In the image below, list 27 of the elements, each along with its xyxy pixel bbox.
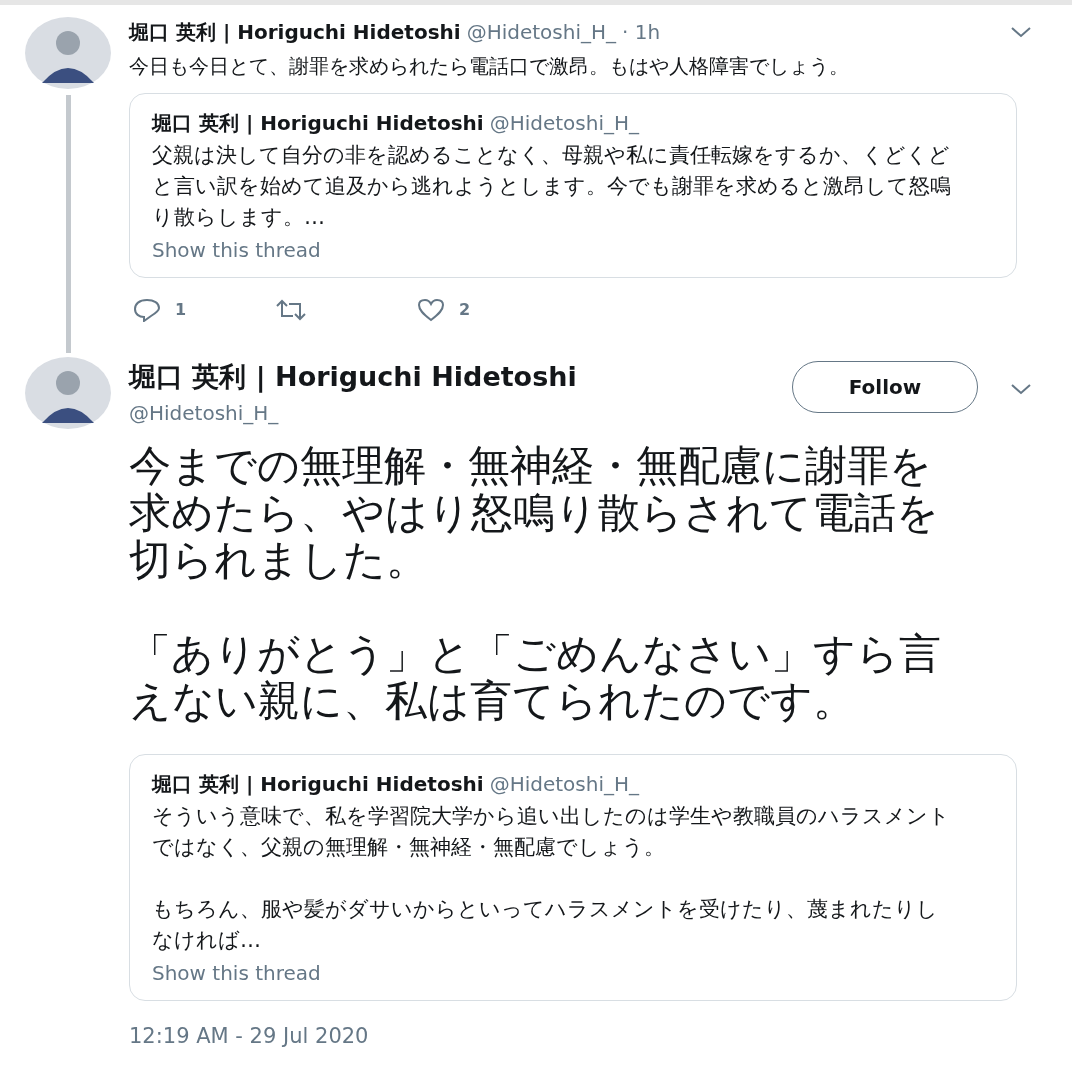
retweet-icon[interactable]: [275, 299, 307, 321]
reply-icon[interactable]: [133, 298, 161, 322]
quoted-tweet-text: そういう意味で、私を学習院大学から追い出したのは学生や教職員のハラスメントではなく、父親の無理解・無神経・無配慮でしょう。: [152, 802, 951, 861]
quoted-author-handle: @Hidetoshi_H_: [489, 110, 639, 137]
tweet-text: 今までの無理解・無神経・無配慮に謝罪を求めたら、やはり怒鳴り散らされて電話を切られました。: [129, 441, 940, 583]
quoted-tweet-text: もちろん、服や髪がダサいからといってハラスメントを受けたり、蔑まれたりしなければ…: [152, 895, 939, 954]
heart-icon[interactable]: [417, 298, 445, 322]
quoted-tweet-text: 父親は決して自分の非を認めることなく、母親や私に責任転嫁をするか、くどくどと言い訳を始めて追及から逃れようとします。今でも謝罪を求めると激昂して怒鳴り散らします。…: [152, 142, 952, 231]
action-count: 1: [175, 299, 187, 321]
quoted-tweet-card[interactable]: 堀口 英利 | Horiguchi Hidetoshi @Hidetoshi_H_ 父親は決して自分の非を認めることなく、母親や私に責任転嫁をするか、くどくどと言い訳を始めて追及から逃れようとします。今でも謝罪を求めると激昂して怒鳴り散らします。… Show this thread: [129, 93, 1017, 278]
show-thread-link[interactable]: Show this thread: [152, 957, 321, 988]
tweet-text: 今日も今日とて、謝罪を求められたら電話口で激昂。もはや人格障害でしょう。: [129, 53, 850, 80]
action-count: 2: [459, 299, 471, 321]
tweet-text: 「ありがとう」と「ごめんなさい」すら言えない親に、私は育てられたのです。: [129, 629, 942, 724]
quoted-author-name: 堀口 英利 | Horiguchi Hidetoshi: [152, 110, 484, 137]
chevron-down-icon[interactable]: [1010, 383, 1032, 395]
quoted-author-handle: @Hidetoshi_H_: [489, 770, 639, 798]
author-handle: @Hidetoshi_H_: [129, 399, 280, 427]
author-name[interactable]: 堀口 英利 | Horiguchi Hidetoshi: [129, 17, 461, 47]
tweet-time[interactable]: · 1h: [622, 17, 661, 47]
author-handle: @Hidetoshi_H_: [466, 19, 616, 46]
show-thread-link[interactable]: Show this thread: [152, 235, 321, 265]
chevron-down-icon[interactable]: [1010, 26, 1032, 38]
author-name[interactable]: 堀口 英利 | Horiguchi Hidetoshi: [129, 357, 792, 398]
quoted-tweet-card[interactable]: 堀口 英利 | Horiguchi Hidetoshi @Hidetoshi_H_ そういう意味で、私を学習院大学から追い出したのは学生や教職員のハラスメントではなく、父親の無理解・無神経・無配慮でしょう。 もちろん、服や髪がダサいからといってハラスメントを受けたり、蔑まれたりしなければ… Show this thread: [129, 753, 1017, 1001]
tweet-timestamp: 12:19 AM - 29 Jul 2020: [129, 1022, 370, 1050]
quoted-author-name: 堀口 英利 | Horiguchi Hidetoshi: [152, 770, 484, 798]
